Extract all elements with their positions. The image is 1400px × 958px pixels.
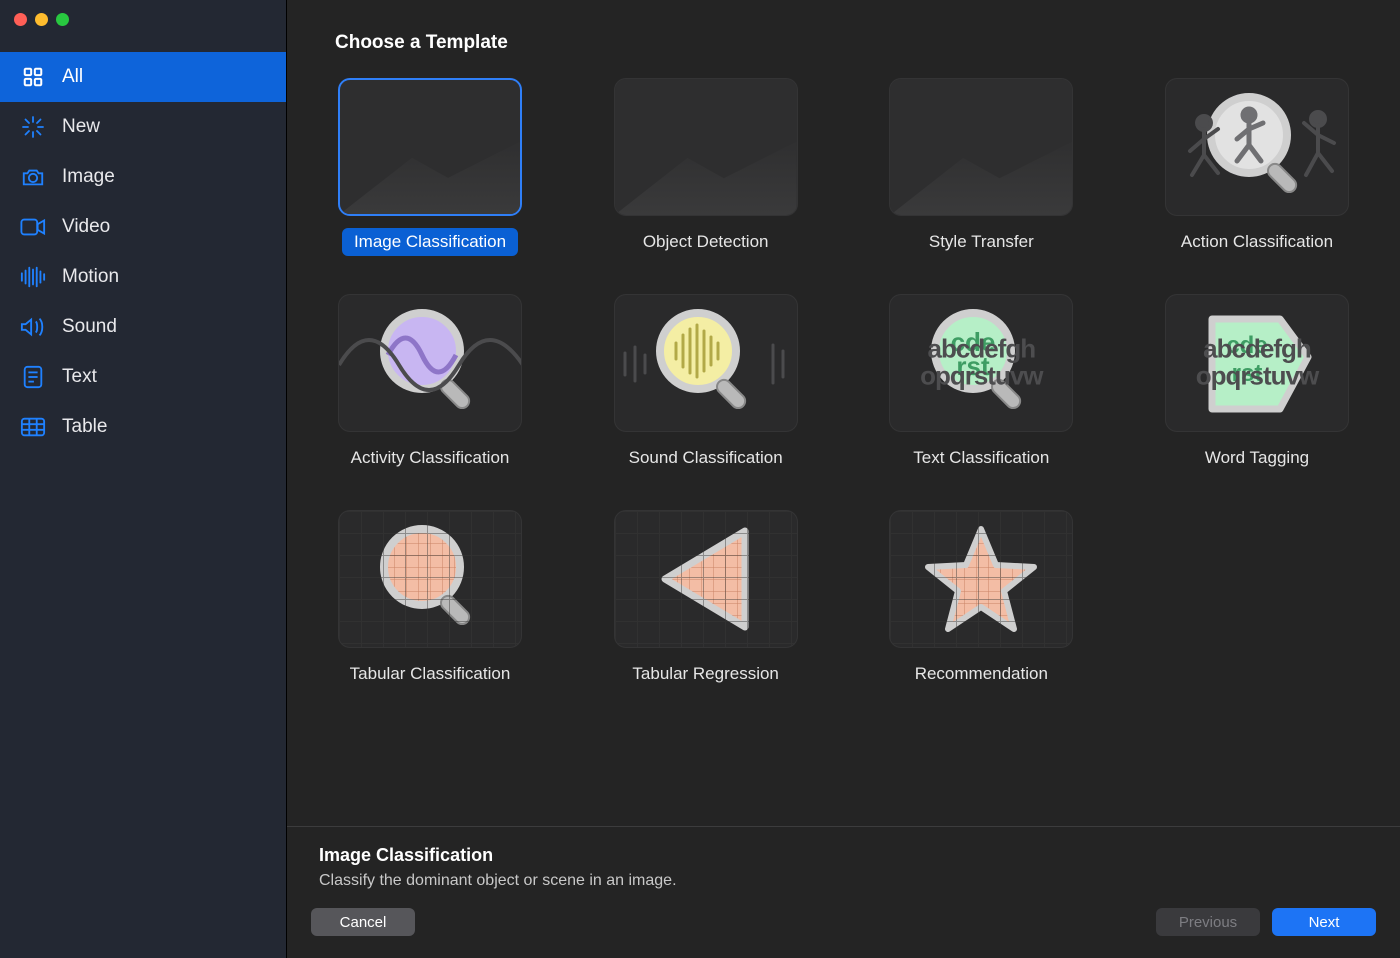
previous-button: Previous xyxy=(1156,908,1260,936)
info-bar: Image Classification Classify the domina… xyxy=(287,826,1400,898)
minimize-icon[interactable] xyxy=(35,13,48,26)
tag-icon: cde rst xyxy=(1192,303,1322,423)
sidebar-item-new[interactable]: New xyxy=(0,102,286,152)
next-button[interactable]: Next xyxy=(1272,908,1376,936)
template-label: Sound Classification xyxy=(617,444,795,472)
sidebar-item-motion[interactable]: Motion xyxy=(0,252,286,302)
sidebar-item-video[interactable]: Video xyxy=(0,202,286,252)
window: All New xyxy=(0,0,1400,958)
template-thumb xyxy=(614,510,798,648)
template-label: Text Classification xyxy=(901,444,1061,472)
template-scroll: Choose a Template xyxy=(287,0,1400,826)
template-thumb xyxy=(1165,78,1349,216)
grid-icon xyxy=(20,64,46,90)
wave-bg xyxy=(339,295,522,432)
template-thumb xyxy=(338,510,522,648)
template-label: Image Classification xyxy=(342,228,518,256)
svg-text:cde: cde xyxy=(1226,332,1267,359)
template-label: Object Detection xyxy=(631,228,781,256)
template-tabular-classification[interactable]: Tabular Classification xyxy=(335,510,525,688)
template-label: Recommendation xyxy=(903,660,1060,688)
template-label: Activity Classification xyxy=(339,444,522,472)
info-title: Image Classification xyxy=(319,845,1368,866)
sidebar-nav: All New xyxy=(0,52,286,452)
template-style-transfer[interactable]: Style Transfer xyxy=(886,78,1076,256)
wave-icon xyxy=(20,264,46,290)
template-thumb xyxy=(614,78,798,216)
sound-bg xyxy=(615,295,798,432)
main: Choose a Template xyxy=(287,0,1400,958)
sidebar-label: Text xyxy=(62,366,97,388)
template-action-classification[interactable]: Action Classification xyxy=(1162,78,1352,256)
sparkle-icon xyxy=(20,114,46,140)
sidebar-label: Table xyxy=(62,416,107,438)
sidebar-label: Motion xyxy=(62,266,119,288)
template-label: Style Transfer xyxy=(917,228,1046,256)
template-text-classification[interactable]: abcdefghopqrstuvw cde rst Text Classific… xyxy=(886,294,1076,472)
page-title: Choose a Template xyxy=(335,32,1352,54)
close-icon[interactable] xyxy=(14,13,27,26)
sidebar-label: All xyxy=(62,66,83,88)
speaker-icon xyxy=(20,314,46,340)
template-thumb xyxy=(889,78,1073,216)
template-grid: Image Classification xyxy=(335,78,1352,688)
document-icon xyxy=(20,364,46,390)
sidebar-label: Image xyxy=(62,166,115,188)
table-icon xyxy=(20,414,46,440)
sidebar-label: Video xyxy=(62,216,110,238)
template-label: Tabular Classification xyxy=(338,660,523,688)
template-image-classification[interactable]: Image Classification xyxy=(335,78,525,256)
sidebar-item-sound[interactable]: Sound xyxy=(0,302,286,352)
template-label: Word Tagging xyxy=(1193,444,1321,472)
template-thumb xyxy=(889,510,1073,648)
template-label: Tabular Regression xyxy=(620,660,790,688)
zoom-icon[interactable] xyxy=(56,13,69,26)
sidebar: All New xyxy=(0,0,287,958)
template-activity-classification[interactable]: Activity Classification xyxy=(335,294,525,472)
info-desc: Classify the dominant object or scene in… xyxy=(319,872,1368,890)
sidebar-item-all[interactable]: All xyxy=(0,52,286,102)
template-thumb xyxy=(338,294,522,432)
text-magnifier-icon: cde rst xyxy=(921,303,1041,423)
template-label: Action Classification xyxy=(1169,228,1345,256)
template-sound-classification[interactable]: Sound Classification xyxy=(611,294,801,472)
sidebar-label: New xyxy=(62,116,100,138)
template-object-detection[interactable]: Object Detection xyxy=(611,78,801,256)
template-thumb: abcdefghopqrstuvw cde rst xyxy=(1165,294,1349,432)
video-icon xyxy=(20,214,46,240)
camera-icon xyxy=(20,164,46,190)
button-bar: Cancel Previous Next xyxy=(287,898,1400,958)
sidebar-item-table[interactable]: Table xyxy=(0,402,286,452)
window-controls xyxy=(0,0,286,38)
sidebar-label: Sound xyxy=(62,316,117,338)
svg-text:rst: rst xyxy=(957,351,991,381)
cancel-button[interactable]: Cancel xyxy=(311,908,415,936)
svg-text:rst: rst xyxy=(1232,360,1263,387)
sidebar-item-image[interactable]: Image xyxy=(0,152,286,202)
action-bg xyxy=(1166,79,1349,216)
template-thumb xyxy=(614,294,798,432)
sidebar-item-text[interactable]: Text xyxy=(0,352,286,402)
template-word-tagging[interactable]: abcdefghopqrstuvw cde rst Word Tagging xyxy=(1162,294,1352,472)
template-thumb xyxy=(338,78,522,216)
template-tabular-regression[interactable]: Tabular Regression xyxy=(611,510,801,688)
template-recommendation[interactable]: Recommendation xyxy=(886,510,1076,688)
template-thumb: abcdefghopqrstuvw cde rst xyxy=(889,294,1073,432)
